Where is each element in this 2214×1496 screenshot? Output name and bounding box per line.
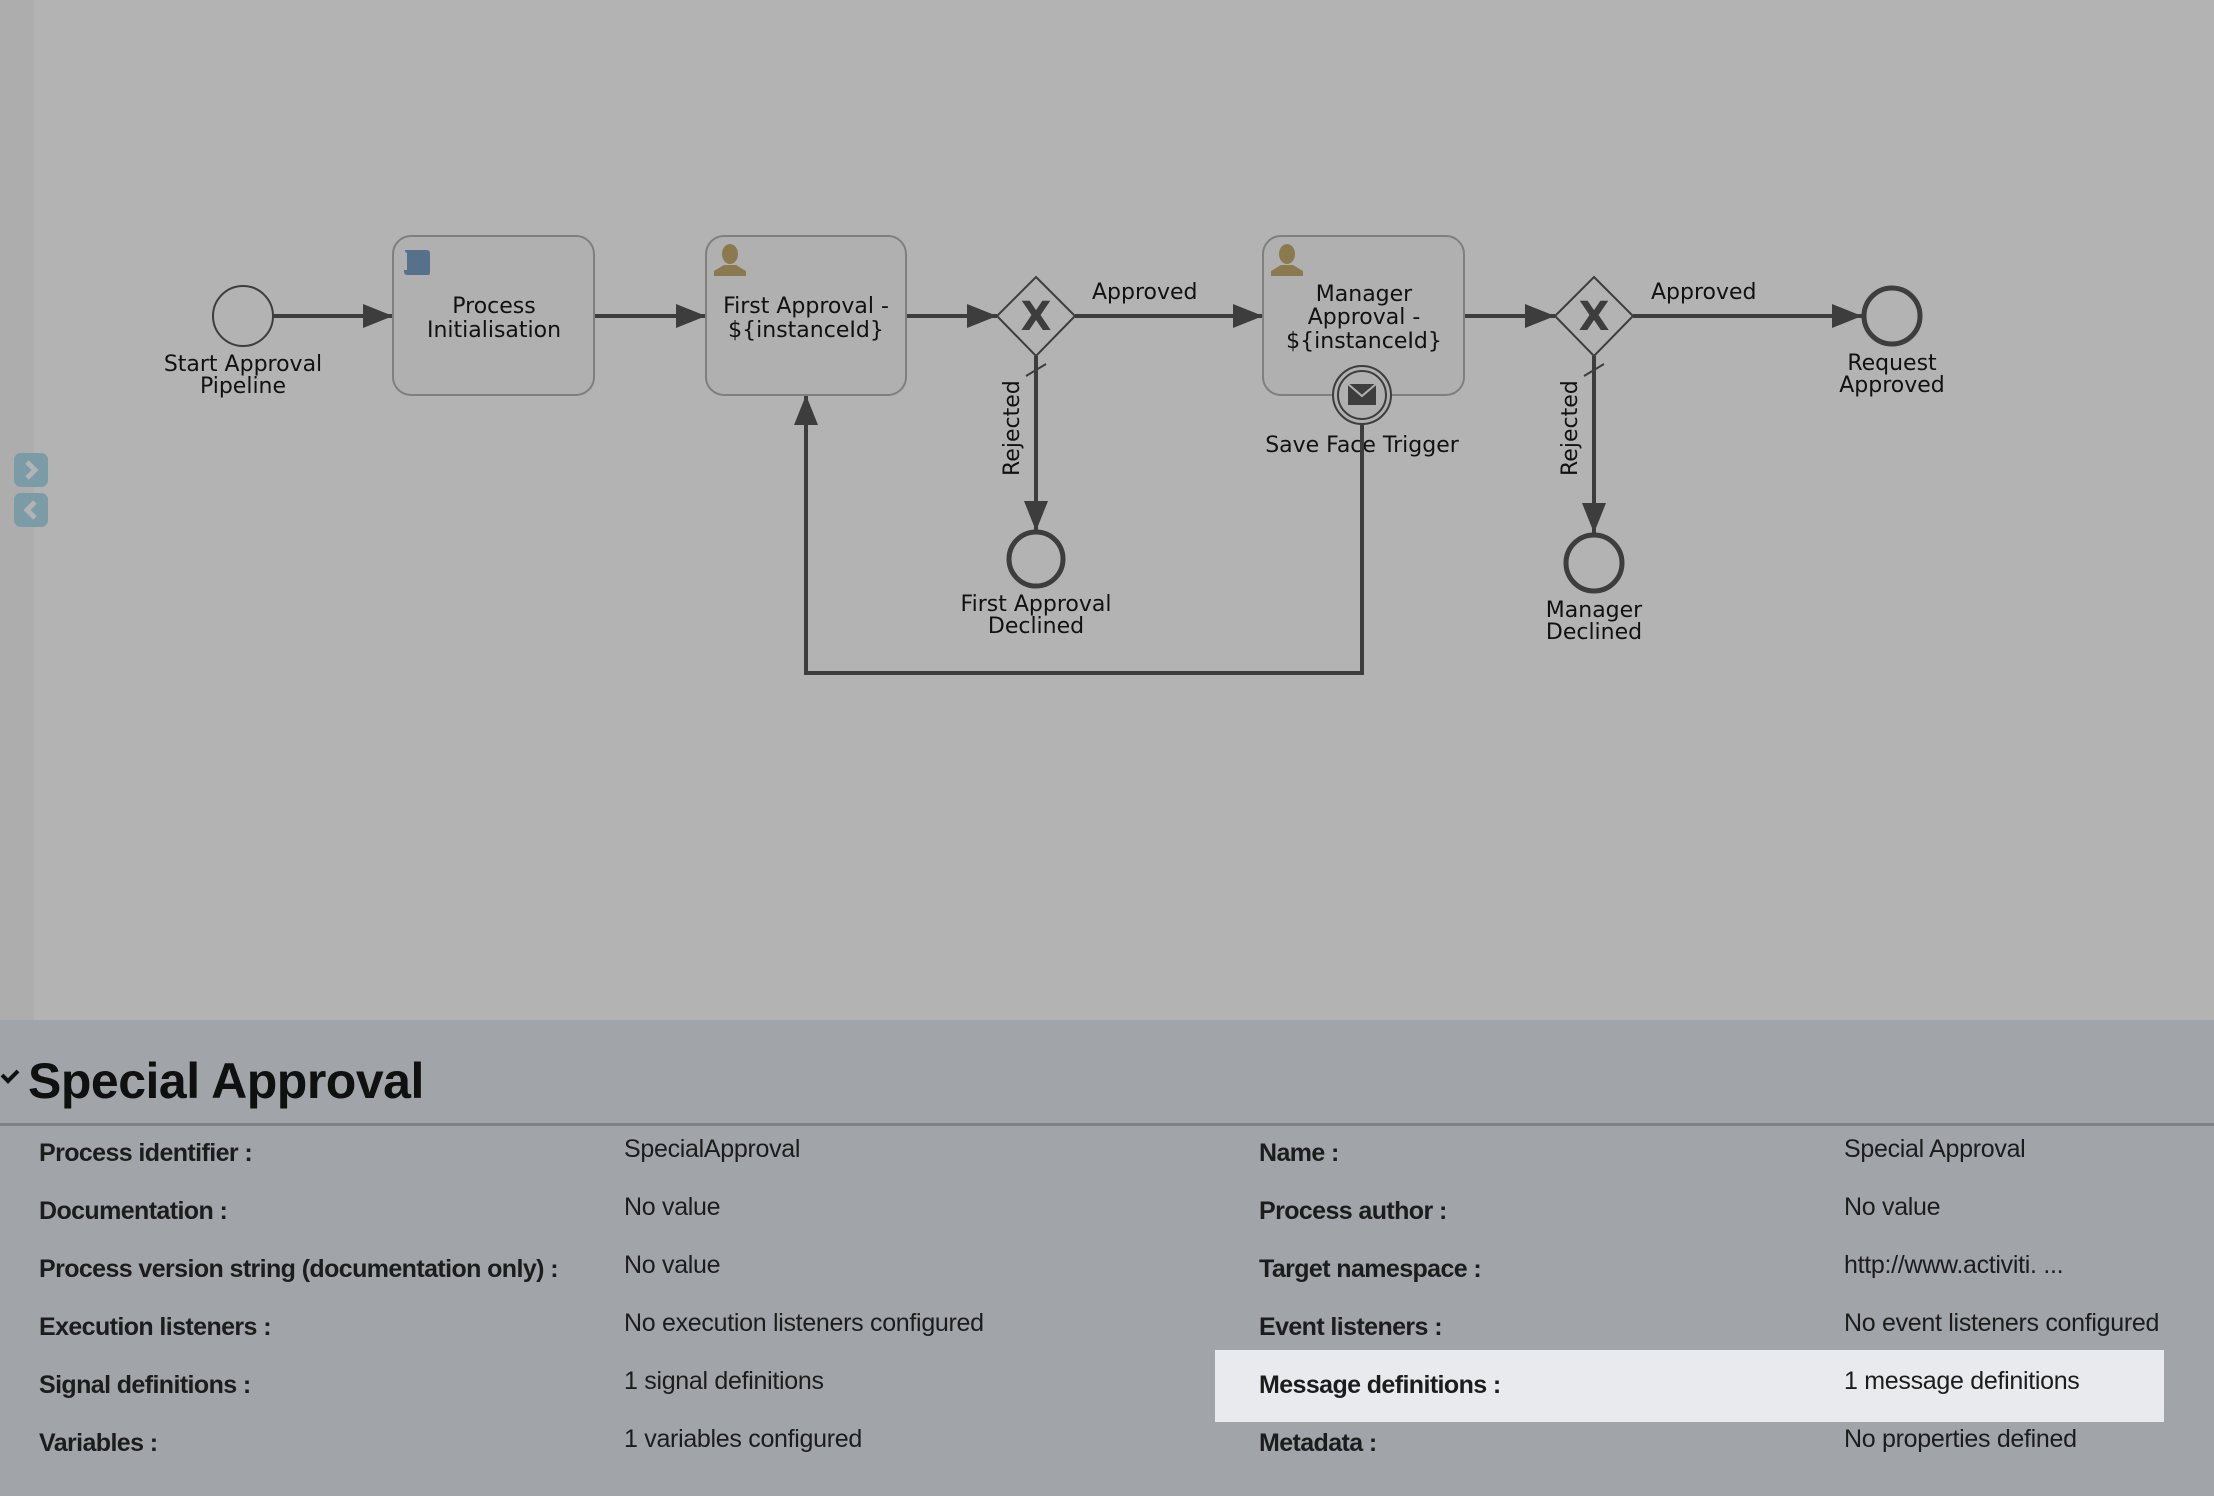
property-label: Metadata :: [1259, 1429, 1377, 1457]
properties-header[interactable]: Special Approval: [0, 1020, 2214, 1126]
flow-label-approved: Approved: [1651, 280, 1757, 305]
user-task-first-approval[interactable]: First Approval - ${instanceId}: [705, 235, 907, 396]
property-label: Message definitions :: [1259, 1371, 1501, 1399]
property-label: Variables :: [39, 1429, 158, 1457]
start-event-label: Pipeline: [200, 374, 286, 399]
task-label: ${instanceId}: [1286, 329, 1442, 354]
property-value[interactable]: Special Approval: [1844, 1135, 2026, 1164]
property-label: Name :: [1259, 1139, 1339, 1167]
script-icon: [404, 248, 430, 275]
diagram-canvas[interactable]: Approved Approved Rejected Rejected Star…: [0, 0, 2214, 1020]
properties-title: Special Approval: [28, 1053, 424, 1109]
task-label: Manager: [1316, 282, 1413, 307]
property-value[interactable]: No value: [1844, 1193, 1941, 1222]
property-label: Process version string (documentation on…: [39, 1255, 559, 1283]
task-label: First Approval -: [723, 294, 889, 319]
flow-label-rejected: Rejected: [1000, 380, 1025, 476]
gateway-x-icon: X: [1021, 294, 1052, 340]
end-event-label: Approved: [1839, 373, 1945, 398]
property-label: Process author :: [1259, 1197, 1447, 1225]
property-value[interactable]: No value: [624, 1251, 721, 1280]
property-value[interactable]: SpecialApproval: [624, 1135, 800, 1164]
bpmn-diagram[interactable]: Approved Approved Rejected Rejected Star…: [0, 0, 2214, 1020]
flow-label-rejected: Rejected: [1558, 380, 1583, 476]
properties-panel: Special Approval Process identifier : Sp…: [0, 1020, 2214, 1496]
property-label: Signal definitions :: [39, 1371, 251, 1399]
script-task-process-initialisation[interactable]: Process Initialisation: [392, 235, 595, 396]
expand-palette-button[interactable]: [14, 453, 48, 487]
chevron-left-icon: [23, 500, 37, 520]
chevron-right-icon: [25, 460, 39, 480]
property-value[interactable]: 1 variables configured: [624, 1425, 862, 1454]
end-event-request-approved[interactable]: Request Approved: [1839, 285, 1945, 398]
property-value[interactable]: No execution listeners configured: [624, 1309, 984, 1338]
property-label: Documentation :: [39, 1197, 228, 1225]
end-event-first-approval-declined[interactable]: First Approval Declined: [961, 529, 1112, 639]
envelope-icon: [1347, 383, 1377, 405]
property-label: Process identifier :: [39, 1139, 253, 1167]
task-label: Initialisation: [427, 318, 561, 343]
exclusive-gateway-1[interactable]: X: [995, 275, 1077, 358]
exclusive-gateway-2[interactable]: X: [1553, 275, 1635, 358]
end-event-label: Declined: [1546, 620, 1642, 645]
property-label: Target namespace :: [1259, 1255, 1482, 1283]
task-label: ${instanceId}: [728, 318, 884, 343]
property-value[interactable]: No properties defined: [1844, 1425, 2077, 1454]
property-label: Event listeners :: [1259, 1313, 1443, 1341]
flow-label-approved: Approved: [1092, 280, 1198, 305]
property-value[interactable]: 1 message definitions: [1844, 1367, 2080, 1396]
end-event-manager-declined[interactable]: Manager Declined: [1546, 532, 1643, 645]
task-label: Approval -: [1308, 305, 1421, 330]
gateway-x-icon: X: [1579, 294, 1610, 340]
property-value[interactable]: No event listeners configured: [1844, 1309, 2159, 1338]
start-event[interactable]: Start Approval Pipeline: [164, 285, 322, 399]
end-event-label: Declined: [988, 614, 1084, 639]
property-value[interactable]: http://www.activiti. ...: [1844, 1251, 2064, 1280]
property-label: Execution listeners :: [39, 1313, 272, 1341]
collapse-chevron-icon[interactable]: [0, 1067, 20, 1087]
task-label: Process: [452, 294, 535, 319]
property-value[interactable]: No value: [624, 1193, 721, 1222]
collapse-palette-button[interactable]: [14, 493, 48, 527]
property-value[interactable]: 1 signal definitions: [624, 1367, 824, 1396]
